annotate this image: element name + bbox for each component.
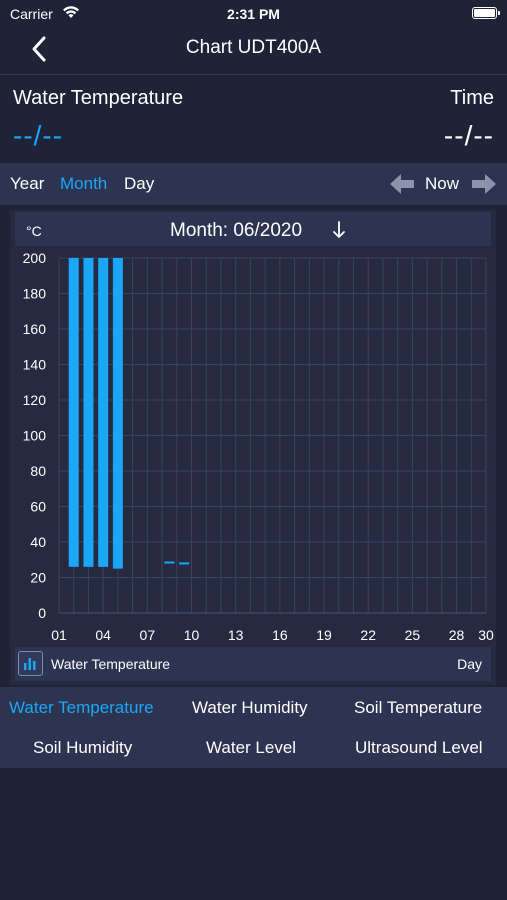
y-tick-label: 180 bbox=[23, 286, 47, 302]
y-tick-label: 80 bbox=[30, 463, 46, 479]
month-label: Month: 06/2020 bbox=[170, 220, 303, 241]
chart-legend: Water Temperature Day bbox=[15, 647, 491, 681]
legend-series-label: Water Temperature bbox=[51, 656, 171, 672]
sensor-selector: Water Temperature Water Humidity Soil Te… bbox=[0, 687, 507, 768]
nav-bar: Chart UDT400A bbox=[0, 28, 507, 72]
x-tick-label: 25 bbox=[405, 627, 421, 643]
x-tick-label: 16 bbox=[272, 627, 288, 643]
data-bar bbox=[179, 562, 190, 565]
readout-sensor-value: --/-- bbox=[13, 120, 64, 151]
sensor-soil-humidity[interactable]: Soil Humidity bbox=[33, 738, 132, 758]
arrow-down-icon bbox=[333, 221, 345, 238]
y-tick-label: 200 bbox=[23, 250, 47, 266]
readout-time-label: Time bbox=[450, 87, 494, 109]
x-tick-label: 28 bbox=[449, 627, 465, 643]
y-tick-label: 0 bbox=[38, 605, 46, 621]
sensor-soil-temperature[interactable]: Soil Temperature bbox=[354, 698, 482, 718]
data-bar bbox=[112, 258, 123, 569]
x-tick-label: 04 bbox=[95, 627, 111, 643]
tab-year[interactable]: Year bbox=[10, 174, 44, 194]
readout-time-value: --/-- bbox=[443, 120, 494, 151]
readout-sensor-label: Water Temperature bbox=[13, 87, 184, 109]
status-time: 2:31 PM bbox=[227, 6, 280, 22]
period-selector: Year Month Day Now bbox=[0, 163, 507, 205]
arrow-left-icon bbox=[390, 174, 414, 194]
sensor-ultrasound-level[interactable]: Ultrasound Level bbox=[355, 738, 483, 758]
x-tick-label: 19 bbox=[316, 627, 332, 643]
data-bar bbox=[68, 258, 79, 567]
x-tick-label: 30 bbox=[478, 627, 494, 643]
tab-month[interactable]: Month bbox=[60, 174, 107, 194]
x-tick-label: 13 bbox=[228, 627, 244, 643]
month-picker-button[interactable] bbox=[331, 219, 347, 241]
x-tick-label: 01 bbox=[51, 627, 67, 643]
next-period-button[interactable] bbox=[471, 172, 497, 196]
battery-icon bbox=[472, 7, 500, 19]
sensor-water-level[interactable]: Water Level bbox=[206, 738, 296, 758]
chart-canvas: 0 20 40 60 80 100 120 140 160 180 200 01 04 07 10 13 16 1… bbox=[23, 250, 494, 643]
data-bar bbox=[164, 561, 175, 564]
page-title: Chart UDT400A bbox=[185, 37, 322, 58]
bar-chart-icon[interactable] bbox=[18, 651, 43, 676]
y-tick-label: 100 bbox=[23, 428, 47, 444]
unit-label: °C bbox=[26, 223, 42, 239]
sensor-water-temperature[interactable]: Water Temperature bbox=[9, 698, 154, 718]
tab-day[interactable]: Day bbox=[124, 174, 154, 194]
nav-divider bbox=[0, 74, 507, 75]
previous-period-button[interactable] bbox=[389, 172, 415, 196]
y-tick-label: 160 bbox=[23, 321, 47, 337]
y-tick-label: 140 bbox=[23, 357, 47, 373]
y-tick-label: 60 bbox=[30, 499, 46, 515]
current-readout: Water Temperature Time --/-- --/-- bbox=[0, 76, 507, 162]
legend-granularity-label: Day bbox=[457, 656, 482, 672]
data-bar bbox=[98, 258, 109, 567]
now-button[interactable]: Now bbox=[425, 174, 459, 194]
y-tick-label: 20 bbox=[30, 570, 46, 586]
status-bar: Carrier 2:31 PM bbox=[0, 0, 507, 28]
data-bar bbox=[83, 258, 94, 567]
x-tick-label: 07 bbox=[140, 627, 156, 643]
y-tick-label: 40 bbox=[30, 534, 46, 550]
sensor-water-humidity[interactable]: Water Humidity bbox=[192, 698, 308, 718]
x-tick-label: 22 bbox=[360, 627, 376, 643]
x-tick-label: 10 bbox=[184, 627, 200, 643]
arrow-right-icon bbox=[472, 174, 496, 194]
y-tick-label: 120 bbox=[23, 392, 47, 408]
chart-header: °C Month: 06/2020 bbox=[15, 212, 491, 246]
chart-panel: 0 20 40 60 80 100 120 140 160 180 200 01 04 07 10 13 16 1… bbox=[10, 210, 496, 685]
